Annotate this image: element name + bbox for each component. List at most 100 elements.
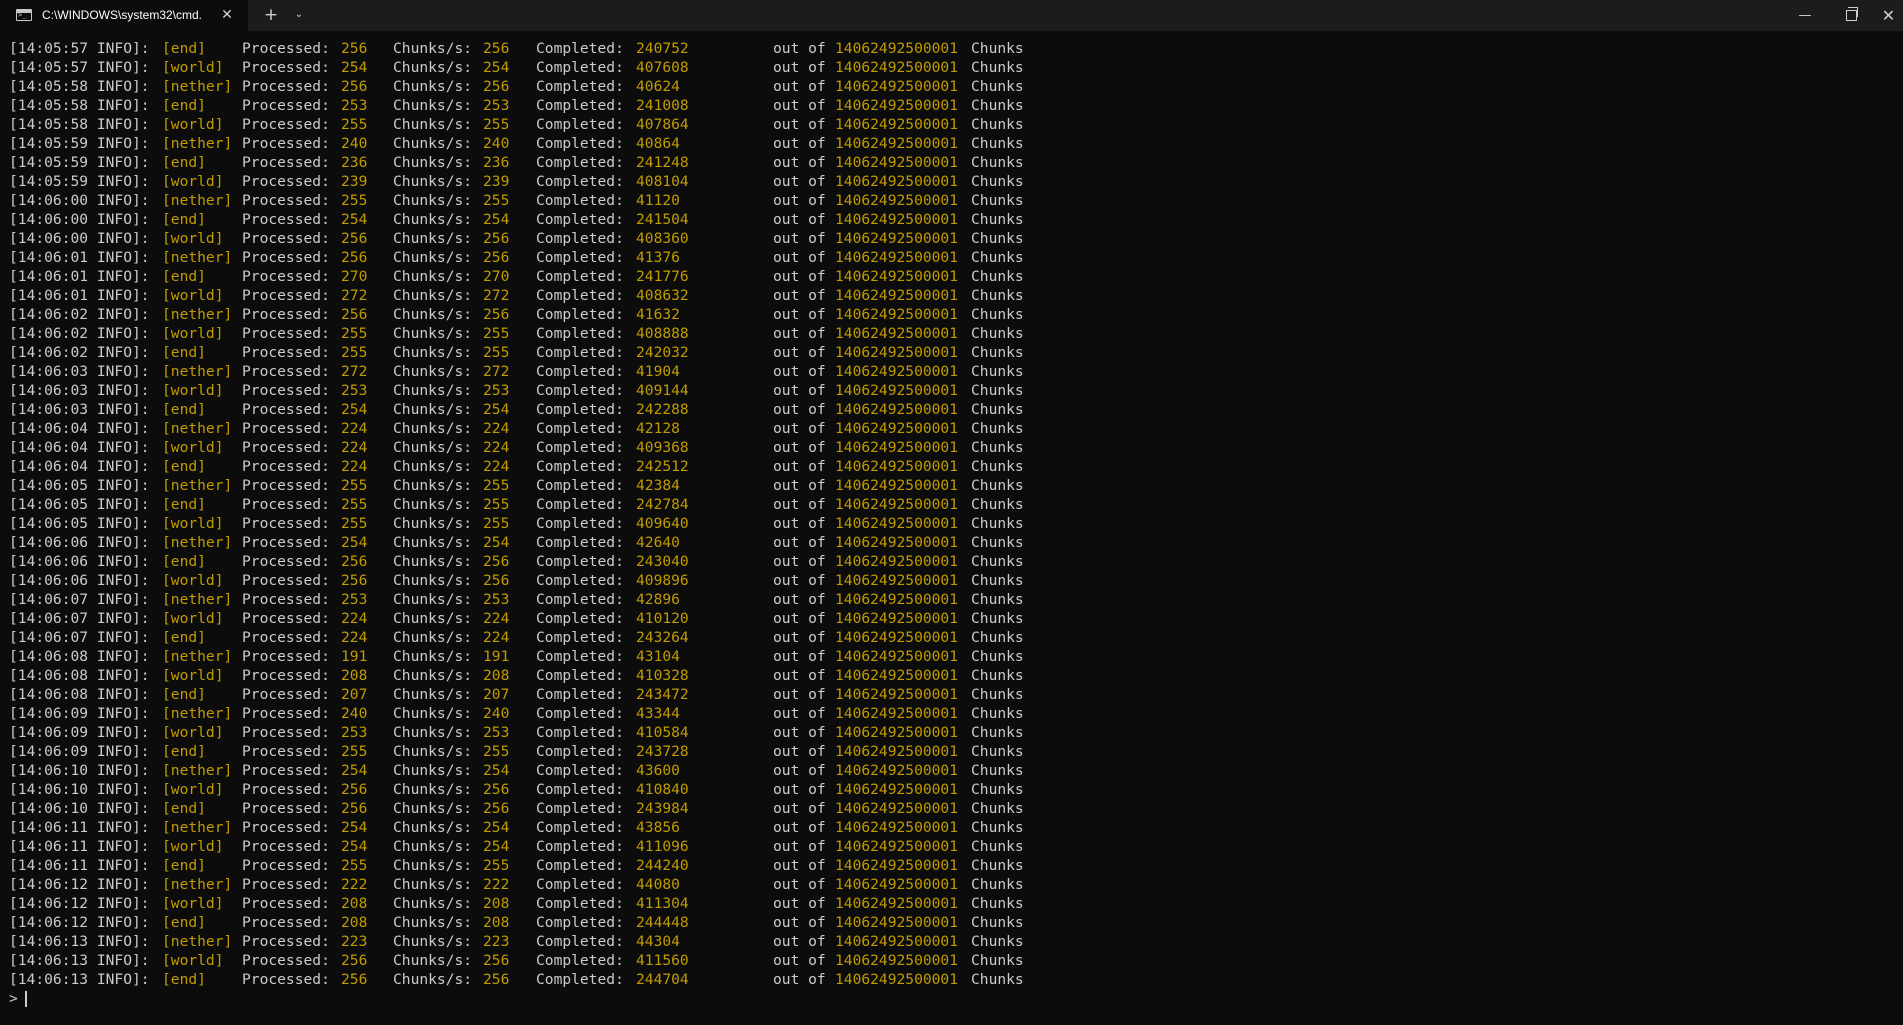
log-dimension: [end] (162, 154, 206, 171)
minimize-button[interactable]: — (1782, 0, 1828, 31)
log-dimension: [world] (162, 781, 224, 798)
log-timestamp: [14:06:08 INFO]: (9, 667, 150, 684)
log-dimension: [end] (162, 211, 206, 228)
processed-value: 254 (341, 211, 368, 228)
processed-label: Processed: (242, 591, 330, 608)
processed-value: 239 (341, 173, 368, 190)
completed-label: Completed: (536, 895, 624, 912)
log-line: [14:06:09 INFO]: [nether] Processed: 240 Chu… (9, 704, 1889, 723)
processed-value: 208 (341, 895, 368, 912)
total-chunks-value: 14062492500001 (835, 154, 959, 171)
total-chunks-value: 14062492500001 (835, 686, 959, 703)
completed-value: 241776 (636, 268, 689, 285)
total-chunks-value: 14062492500001 (835, 363, 959, 380)
processed-label: Processed: (242, 401, 330, 418)
chunks-per-sec-label: Chunks/s: (393, 154, 473, 171)
log-dimension: [end] (162, 40, 206, 57)
completed-value: 410584 (636, 724, 689, 741)
chunks-per-sec-label: Chunks/s: (393, 135, 473, 152)
console-output[interactable]: [14:05:57 INFO]: [end] Processed: 256 Chunks… (9, 39, 1889, 1019)
prompt-line[interactable]: > (9, 989, 1889, 1008)
chunks-per-sec-label: Chunks/s: (393, 401, 473, 418)
log-timestamp: [14:06:00 INFO]: (9, 192, 150, 209)
out-of-label: out of (773, 629, 826, 646)
processed-value: 253 (341, 97, 368, 114)
log-timestamp: [14:05:59 INFO]: (9, 135, 150, 152)
log-dimension: [end] (162, 97, 206, 114)
chunks-label: Chunks (971, 724, 1024, 741)
log-line: [14:06:13 INFO]: [end] Processed: 256 Chunks… (9, 970, 1889, 989)
chunks-per-sec-label: Chunks/s: (393, 477, 473, 494)
log-timestamp: [14:06:09 INFO]: (9, 743, 150, 760)
log-dimension: [world] (162, 173, 224, 190)
chunks-per-sec-value: 256 (483, 781, 510, 798)
completed-value: 41632 (636, 306, 680, 323)
close-tab-icon[interactable]: ✕ (218, 5, 236, 25)
chunks-per-sec-label: Chunks/s: (393, 876, 473, 893)
processed-label: Processed: (242, 686, 330, 703)
chunks-label: Chunks (971, 287, 1024, 304)
chunks-per-sec-value: 254 (483, 534, 510, 551)
processed-value: 224 (341, 610, 368, 627)
completed-value: 244704 (636, 971, 689, 988)
processed-value: 254 (341, 838, 368, 855)
log-line: [14:05:58 INFO]: [world] Processed: 255 Chun… (9, 115, 1889, 134)
completed-label: Completed: (536, 610, 624, 627)
log-line: [14:05:58 INFO]: [nether] Processed: 256 Chu… (9, 77, 1889, 96)
chunks-label: Chunks (971, 686, 1024, 703)
chunks-label: Chunks (971, 192, 1024, 209)
log-dimension: [world] (162, 59, 224, 76)
log-line: [14:06:07 INFO]: [world] Processed: 224 Chun… (9, 609, 1889, 628)
log-timestamp: [14:05:58 INFO]: (9, 116, 150, 133)
log-timestamp: [14:06:03 INFO]: (9, 382, 150, 399)
log-line: [14:06:00 INFO]: [nether] Processed: 255 Chu… (9, 191, 1889, 210)
new-tab-button[interactable]: + (262, 5, 280, 25)
chunks-per-sec-label: Chunks/s: (393, 952, 473, 969)
chunks-per-sec-value: 256 (483, 800, 510, 817)
maximize-button[interactable] (1828, 0, 1874, 31)
chunks-per-sec-label: Chunks/s: (393, 192, 473, 209)
total-chunks-value: 14062492500001 (835, 667, 959, 684)
completed-label: Completed: (536, 743, 624, 760)
log-line: [14:06:07 INFO]: [nether] Processed: 253 Chu… (9, 590, 1889, 609)
processed-value: 240 (341, 135, 368, 152)
chevron-down-icon[interactable]: ⌄ (290, 5, 308, 25)
processed-value: 256 (341, 800, 368, 817)
chunks-label: Chunks (971, 591, 1024, 608)
completed-value: 411304 (636, 895, 689, 912)
log-line: [14:06:01 INFO]: [nether] Processed: 256 Chu… (9, 248, 1889, 267)
total-chunks-value: 14062492500001 (835, 401, 959, 418)
chunks-label: Chunks (971, 819, 1024, 836)
processed-value: 254 (341, 59, 368, 76)
completed-label: Completed: (536, 420, 624, 437)
chunks-per-sec-value: 256 (483, 40, 510, 57)
processed-label: Processed: (242, 382, 330, 399)
total-chunks-value: 14062492500001 (835, 838, 959, 855)
log-timestamp: [14:06:01 INFO]: (9, 268, 150, 285)
total-chunks-value: 14062492500001 (835, 40, 959, 57)
completed-value: 43344 (636, 705, 680, 722)
chunks-per-sec-label: Chunks/s: (393, 116, 473, 133)
total-chunks-value: 14062492500001 (835, 439, 959, 456)
completed-label: Completed: (536, 97, 624, 114)
log-timestamp: [14:06:13 INFO]: (9, 952, 150, 969)
processed-label: Processed: (242, 743, 330, 760)
log-timestamp: [14:06:05 INFO]: (9, 515, 150, 532)
total-chunks-value: 14062492500001 (835, 800, 959, 817)
close-window-button[interactable]: ✕ (1874, 0, 1903, 31)
chunks-per-sec-label: Chunks/s: (393, 572, 473, 589)
chunks-per-sec-label: Chunks/s: (393, 838, 473, 855)
total-chunks-value: 14062492500001 (835, 629, 959, 646)
log-dimension: [world] (162, 952, 224, 969)
chunks-per-sec-label: Chunks/s: (393, 78, 473, 95)
out-of-label: out of (773, 667, 826, 684)
chunks-label: Chunks (971, 382, 1024, 399)
out-of-label: out of (773, 952, 826, 969)
out-of-label: out of (773, 363, 826, 380)
completed-label: Completed: (536, 648, 624, 665)
chunks-per-sec-label: Chunks/s: (393, 268, 473, 285)
tab-cmd[interactable]: C:\WINDOWS\system32\cmd. ✕ (0, 0, 248, 31)
completed-value: 244448 (636, 914, 689, 931)
processed-value: 272 (341, 287, 368, 304)
log-line: [14:06:06 INFO]: [end] Processed: 256 Chunks… (9, 552, 1889, 571)
